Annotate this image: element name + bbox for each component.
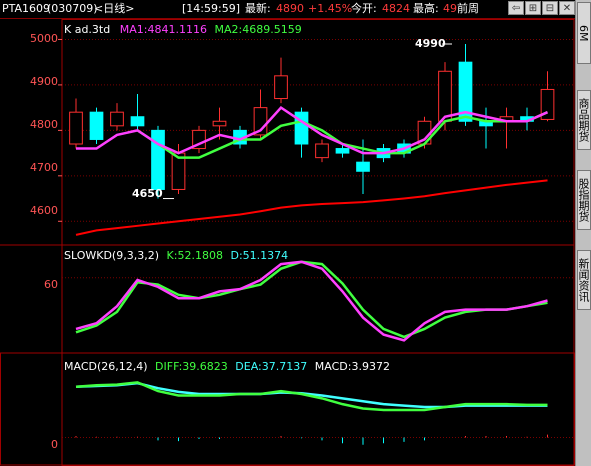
period-label[interactable]: <日线> [94,2,134,16]
close-icon[interactable]: ✕ [559,1,575,15]
candle-body [356,161,370,172]
ma2-legend-value: 4689.5159 [242,23,302,36]
candle [294,107,309,158]
candle [499,107,514,149]
zoom-out-icon[interactable]: ⊟ [542,1,558,15]
open-label: 今开: [351,2,377,15]
candle [110,103,124,131]
macd-legend: MACD(26,12,4) DIFF:39.6823 DEA:37.7137 M… [64,360,390,373]
back-icon[interactable]: ⇦ [508,1,524,15]
instrument-code: (030709) [47,2,98,15]
high-price: 49 [443,2,457,15]
d-legend-name: D [230,249,239,262]
prev-week-link[interactable]: 前周 [457,2,479,16]
y-tick-4700: 4700 [30,161,58,174]
diff-legend-name: DIFF [155,360,179,373]
ma1-legend-name: MA1 [119,23,144,36]
low-annotation: 4650 [132,187,163,200]
y-tick-0: 0 [51,438,58,451]
open-price: 4824 [382,2,410,15]
sidebar-tab-commodity-futures[interactable]: 商品期货 [577,90,591,150]
candle [315,139,329,163]
timestamp: [14:59:59] [182,2,240,15]
candle-body [130,116,145,127]
slowkd-panel [75,260,548,342]
candle [479,107,493,149]
candle-body [89,111,104,140]
candle-body [212,120,227,127]
zoom-in-icon[interactable]: ⊞ [525,1,541,15]
k-legend-value: 52.1808 [177,249,223,262]
diff-legend-value: 39.6823 [182,360,228,373]
candle [192,125,206,154]
candle [69,98,83,149]
high-label: 最高: [413,2,439,15]
slowkd-legend: SLOWKD(9,3,3,2) K:52.1808 D:51.1374 [64,249,289,262]
candle-body [110,111,124,127]
candle-body [438,70,452,122]
y-tick-60: 60 [44,278,58,291]
macd-legend-value: 3.9372 [351,360,390,373]
title-bar: PTA1609 (030709) <日线> [14:59:59] 最新: 489… [0,0,575,19]
macd-title: MACD(26,12,4) [64,360,148,373]
right-sidebar: 6M 商品期货 股指期货 新闻资讯 [575,0,591,466]
candle-body [69,111,83,145]
sidebar-tab-6m[interactable]: 6M [577,2,591,64]
candle [130,94,145,131]
macd-panel [75,381,548,445]
sidebar-tab-news[interactable]: 新闻资讯 [577,250,591,310]
kline-title: K ad.3td [64,23,111,36]
symbol-label: PTA1609 [2,2,51,15]
y-tick-5000: 5000 [30,32,58,45]
dea-legend-value: 37.7137 [261,360,308,373]
candle-body [315,143,329,159]
d-legend-value: 51.1374 [242,249,289,262]
kline-legend: K ad.3td MA1:4841.1116 MA2:4689.5159 [64,23,302,36]
candle-body [274,75,288,100]
latest-label: 最新: [245,2,271,15]
candle [89,107,104,144]
d-line [75,260,548,339]
k-legend-name: K [166,249,174,262]
sidebar-tab-index-futures[interactable]: 股指期货 [577,170,591,230]
high-annotation: 4990 [415,37,446,50]
candle [274,57,288,104]
macd-legend-name: MACD [314,360,348,373]
kline-chart[interactable] [0,19,575,466]
candlestick-panel [69,43,555,236]
ma1-legend-value: 4841.1116 [147,23,207,36]
change-percent: +1.45% [308,2,353,15]
y-tick-4600: 4600 [30,204,58,217]
ma2-legend-name: MA2 [214,23,239,36]
y-tick-4900: 4900 [30,75,58,88]
candle-body [335,148,350,154]
latest-price: 4890 [276,2,304,15]
candle-body [151,129,165,190]
y-tick-4800: 4800 [30,118,58,131]
dea-legend-name: DEA [235,360,259,373]
slowkd-title: SLOWKD(9,3,3,2) [64,249,160,262]
k-line [75,260,548,342]
